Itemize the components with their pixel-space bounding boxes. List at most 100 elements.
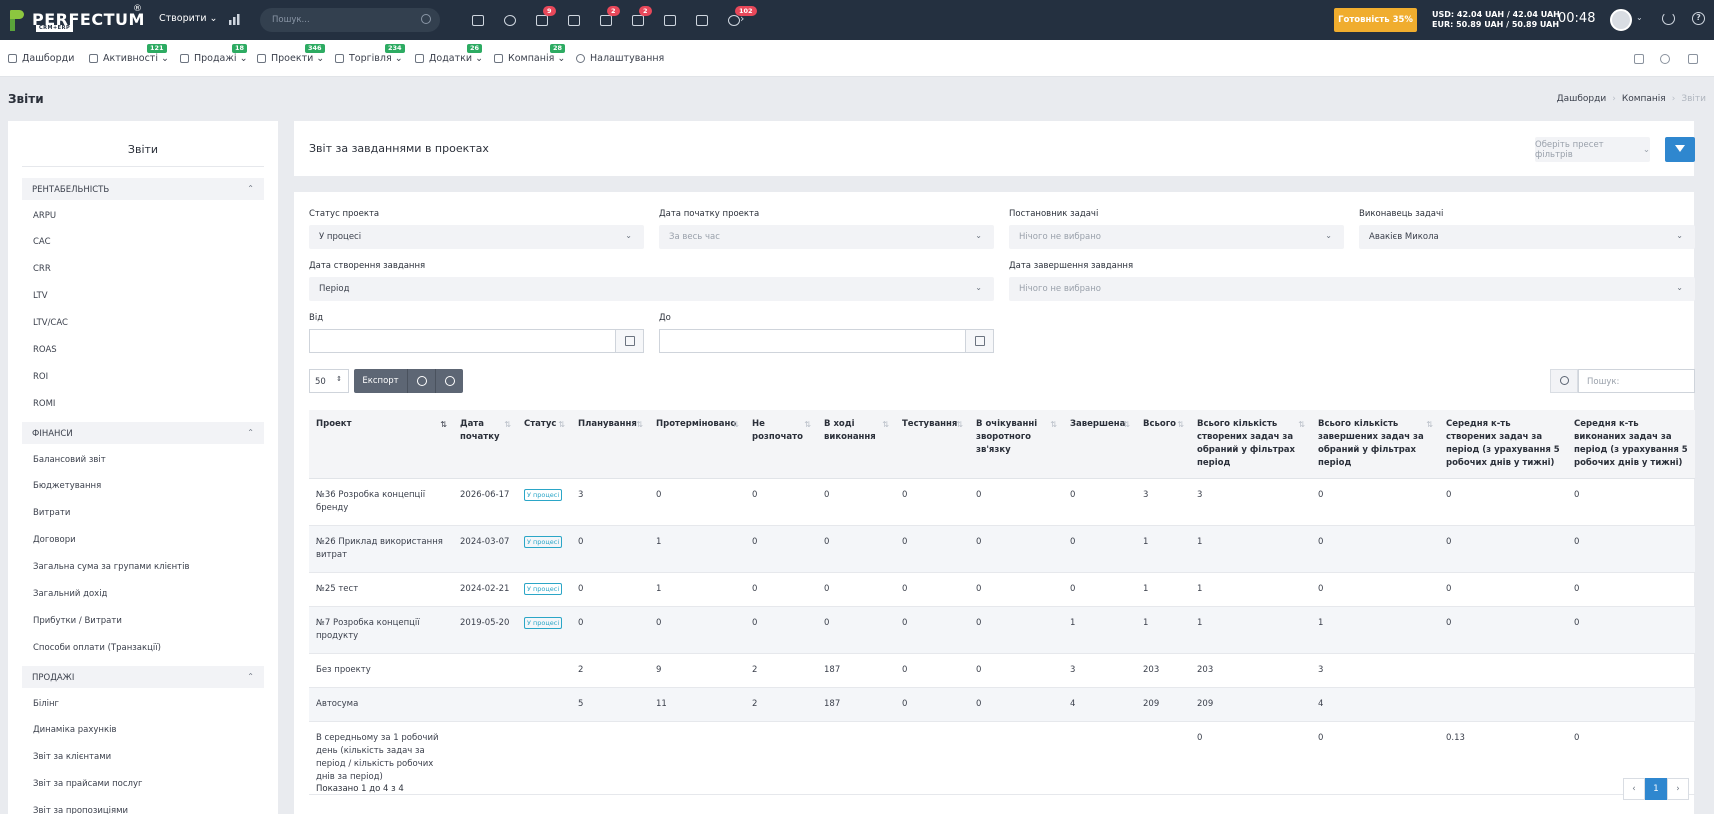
star-icon[interactable]: [1688, 54, 1698, 64]
layers-icon[interactable]: [1634, 54, 1644, 64]
task-finished-label: Дата завершення завдання: [1009, 261, 1134, 271]
task-author-select[interactable]: Нічого не вибрано ⌄: [1009, 225, 1344, 249]
nav-item-dashboards[interactable]: Дашборди: [8, 53, 74, 64]
table-cell[interactable]: №26 Приклад використання витрат: [309, 525, 453, 573]
cell-value: 1: [1143, 618, 1149, 628]
table-cell[interactable]: №36 Розробка концепції бренду: [309, 478, 453, 526]
calendar-icon[interactable]: [615, 330, 643, 352]
refresh-button[interactable]: [435, 369, 463, 393]
sidebar-item[interactable]: Динаміка рахунків: [33, 725, 116, 735]
search-icon[interactable]: [1550, 369, 1578, 393]
readiness-button[interactable]: Готовність 35%: [1334, 8, 1417, 32]
logo[interactable]: PERFECTUM: [8, 6, 145, 34]
clipboard-icon[interactable]: [558, 10, 590, 30]
pagination-page-1[interactable]: 1: [1645, 778, 1667, 800]
tasks-icon[interactable]: 9: [526, 6, 558, 30]
col-avg-completed[interactable]: Середня к-ть виконаних задач за період (…: [1567, 410, 1695, 479]
col-start-date[interactable]: Дата початку ⇅: [453, 410, 517, 479]
pagination-next[interactable]: ›: [1667, 778, 1689, 800]
filter-preset-select[interactable]: Оберіть пресет фільтрів ⌄: [1535, 137, 1650, 162]
sidebar-item[interactable]: CAC: [33, 237, 51, 247]
col-avg-created[interactable]: Середня к-ть створених задач за період (…: [1439, 410, 1567, 479]
create-button[interactable]: Створити ⌄: [159, 13, 218, 24]
avatar[interactable]: [1610, 9, 1632, 31]
sidebar-item[interactable]: ROAS: [33, 345, 57, 355]
col-project[interactable]: Проект ⇅: [309, 410, 453, 479]
sidebar-item[interactable]: Загальний дохід: [33, 589, 107, 599]
sidebar-item[interactable]: Звіт за прайсами послуг: [33, 779, 142, 789]
table-search-input[interactable]: Пошук:: [1578, 369, 1695, 393]
sidebar-item[interactable]: Звіт за клієнтами: [33, 752, 111, 762]
col-status[interactable]: Статус ⇅: [517, 410, 571, 479]
from-date-input[interactable]: [309, 329, 644, 353]
col-total[interactable]: Всього ⇅: [1136, 410, 1190, 479]
pagination-prev[interactable]: ‹: [1623, 778, 1645, 800]
nav-item-addons[interactable]: Додатки ⌄ 26: [415, 44, 483, 64]
breadcrumb-dashboards[interactable]: Дашборди: [1557, 94, 1607, 104]
task-assignee-select[interactable]: Авакієв Микола ⌄: [1359, 225, 1695, 249]
col-testing[interactable]: Тестування ⇅: [895, 410, 969, 479]
hand-icon[interactable]: [1660, 54, 1670, 64]
page-length-select[interactable]: 50 ⇕: [309, 369, 349, 393]
nav-item-projects[interactable]: Проекти ⌄ 346: [257, 44, 325, 64]
sidebar-item[interactable]: CRR: [33, 264, 51, 274]
sidebar-item[interactable]: Білінг: [33, 699, 59, 709]
task-created-select[interactable]: Період ⌄: [309, 277, 994, 301]
settings-button[interactable]: [407, 369, 435, 393]
sidebar-item[interactable]: Балансовий звіт: [33, 455, 106, 465]
sidebar-item[interactable]: Витрати: [33, 508, 70, 518]
sidebar-item[interactable]: Прибутки / Витрати: [33, 616, 122, 626]
col-created-total[interactable]: Всього кількість створених задач за обра…: [1190, 410, 1311, 479]
nav-label: Компанія: [508, 53, 555, 64]
sidebar-item[interactable]: LTV: [33, 291, 48, 301]
sidebar-item[interactable]: Звіт за пропозиціями: [33, 806, 128, 814]
sidebar-item[interactable]: Загальна сума за групами клієнтів: [33, 562, 189, 572]
comments-icon[interactable]: 2: [590, 6, 622, 30]
global-search-input[interactable]: Пошук...: [260, 8, 440, 32]
col-awaiting-feedback[interactable]: В очікуванні зворотного зв'язку ⇅: [969, 410, 1063, 479]
task-finished-select[interactable]: Нічого не вибрано ⌄: [1009, 277, 1695, 301]
nav-item-settings[interactable]: Налаштування: [576, 53, 664, 64]
calendar-icon[interactable]: [965, 330, 993, 352]
sidebar-item[interactable]: Способи оплати (Транзакції): [33, 643, 161, 653]
section-finance[interactable]: ФІНАНСИ ⌃: [22, 422, 264, 444]
power-icon[interactable]: [1662, 12, 1675, 25]
chat-icon[interactable]: [494, 10, 526, 30]
messages-icon[interactable]: 2: [622, 6, 654, 30]
calendar-icon[interactable]: [462, 10, 494, 30]
sidebar-item[interactable]: Договори: [33, 535, 76, 545]
col-completed[interactable]: Завершена ⇅: [1063, 410, 1136, 479]
nav-item-company[interactable]: Компанія ⌄ 28: [494, 44, 565, 64]
nav-item-sales[interactable]: Продажі ⌄ 18: [180, 44, 248, 64]
col-overdue[interactable]: Протерміновано ⇅: [649, 410, 745, 479]
section-sales[interactable]: ПРОДАЖІ ⌃: [22, 666, 264, 688]
col-in-progress[interactable]: В ході виконання ⇅: [817, 410, 895, 479]
sidebar-item[interactable]: LTV/CAC: [33, 318, 68, 328]
col-not-started[interactable]: Не розпочато ⇅: [745, 410, 817, 479]
table-cell: 2026-06-17: [453, 478, 517, 526]
bell-icon[interactable]: 102: [718, 6, 757, 30]
table-cell[interactable]: №25 тест: [309, 572, 453, 607]
project-start-select[interactable]: За весь час ⌄: [659, 225, 994, 249]
file-icon[interactable]: [654, 10, 686, 30]
project-status-select[interactable]: У процесі ⌄: [309, 225, 644, 249]
section-profitability[interactable]: РЕНТАБЕЛЬНІСТЬ ⌃: [22, 178, 264, 200]
sidebar-item[interactable]: ROI: [33, 372, 48, 382]
table-cell[interactable]: №7 Розробка концепції продукту: [309, 606, 453, 654]
nav-item-activities[interactable]: Активності ⌄ 121: [89, 44, 169, 64]
sidebar-item[interactable]: ARPU: [33, 211, 56, 221]
filter-button[interactable]: [1665, 137, 1695, 162]
breadcrumb-company[interactable]: Компанія: [1622, 94, 1666, 104]
col-completed-total[interactable]: Всього кількість завершених задач за обр…: [1311, 410, 1439, 479]
sidebar-item[interactable]: ROMI: [33, 399, 55, 409]
help-icon[interactable]: ?: [1692, 12, 1705, 25]
mail-icon[interactable]: [686, 10, 718, 30]
col-planning[interactable]: Планування ⇅: [571, 410, 649, 479]
chevron-down-icon[interactable]: ⌄: [1636, 13, 1643, 22]
to-date-input[interactable]: [659, 329, 994, 353]
export-button[interactable]: Експорт: [354, 369, 407, 393]
bar-chart-icon[interactable]: [228, 13, 242, 25]
chevron-right-icon[interactable]: ›: [740, 12, 744, 25]
nav-item-trade[interactable]: Торгівля ⌄ 234: [335, 44, 405, 64]
sidebar-item[interactable]: Бюджетування: [33, 481, 101, 491]
